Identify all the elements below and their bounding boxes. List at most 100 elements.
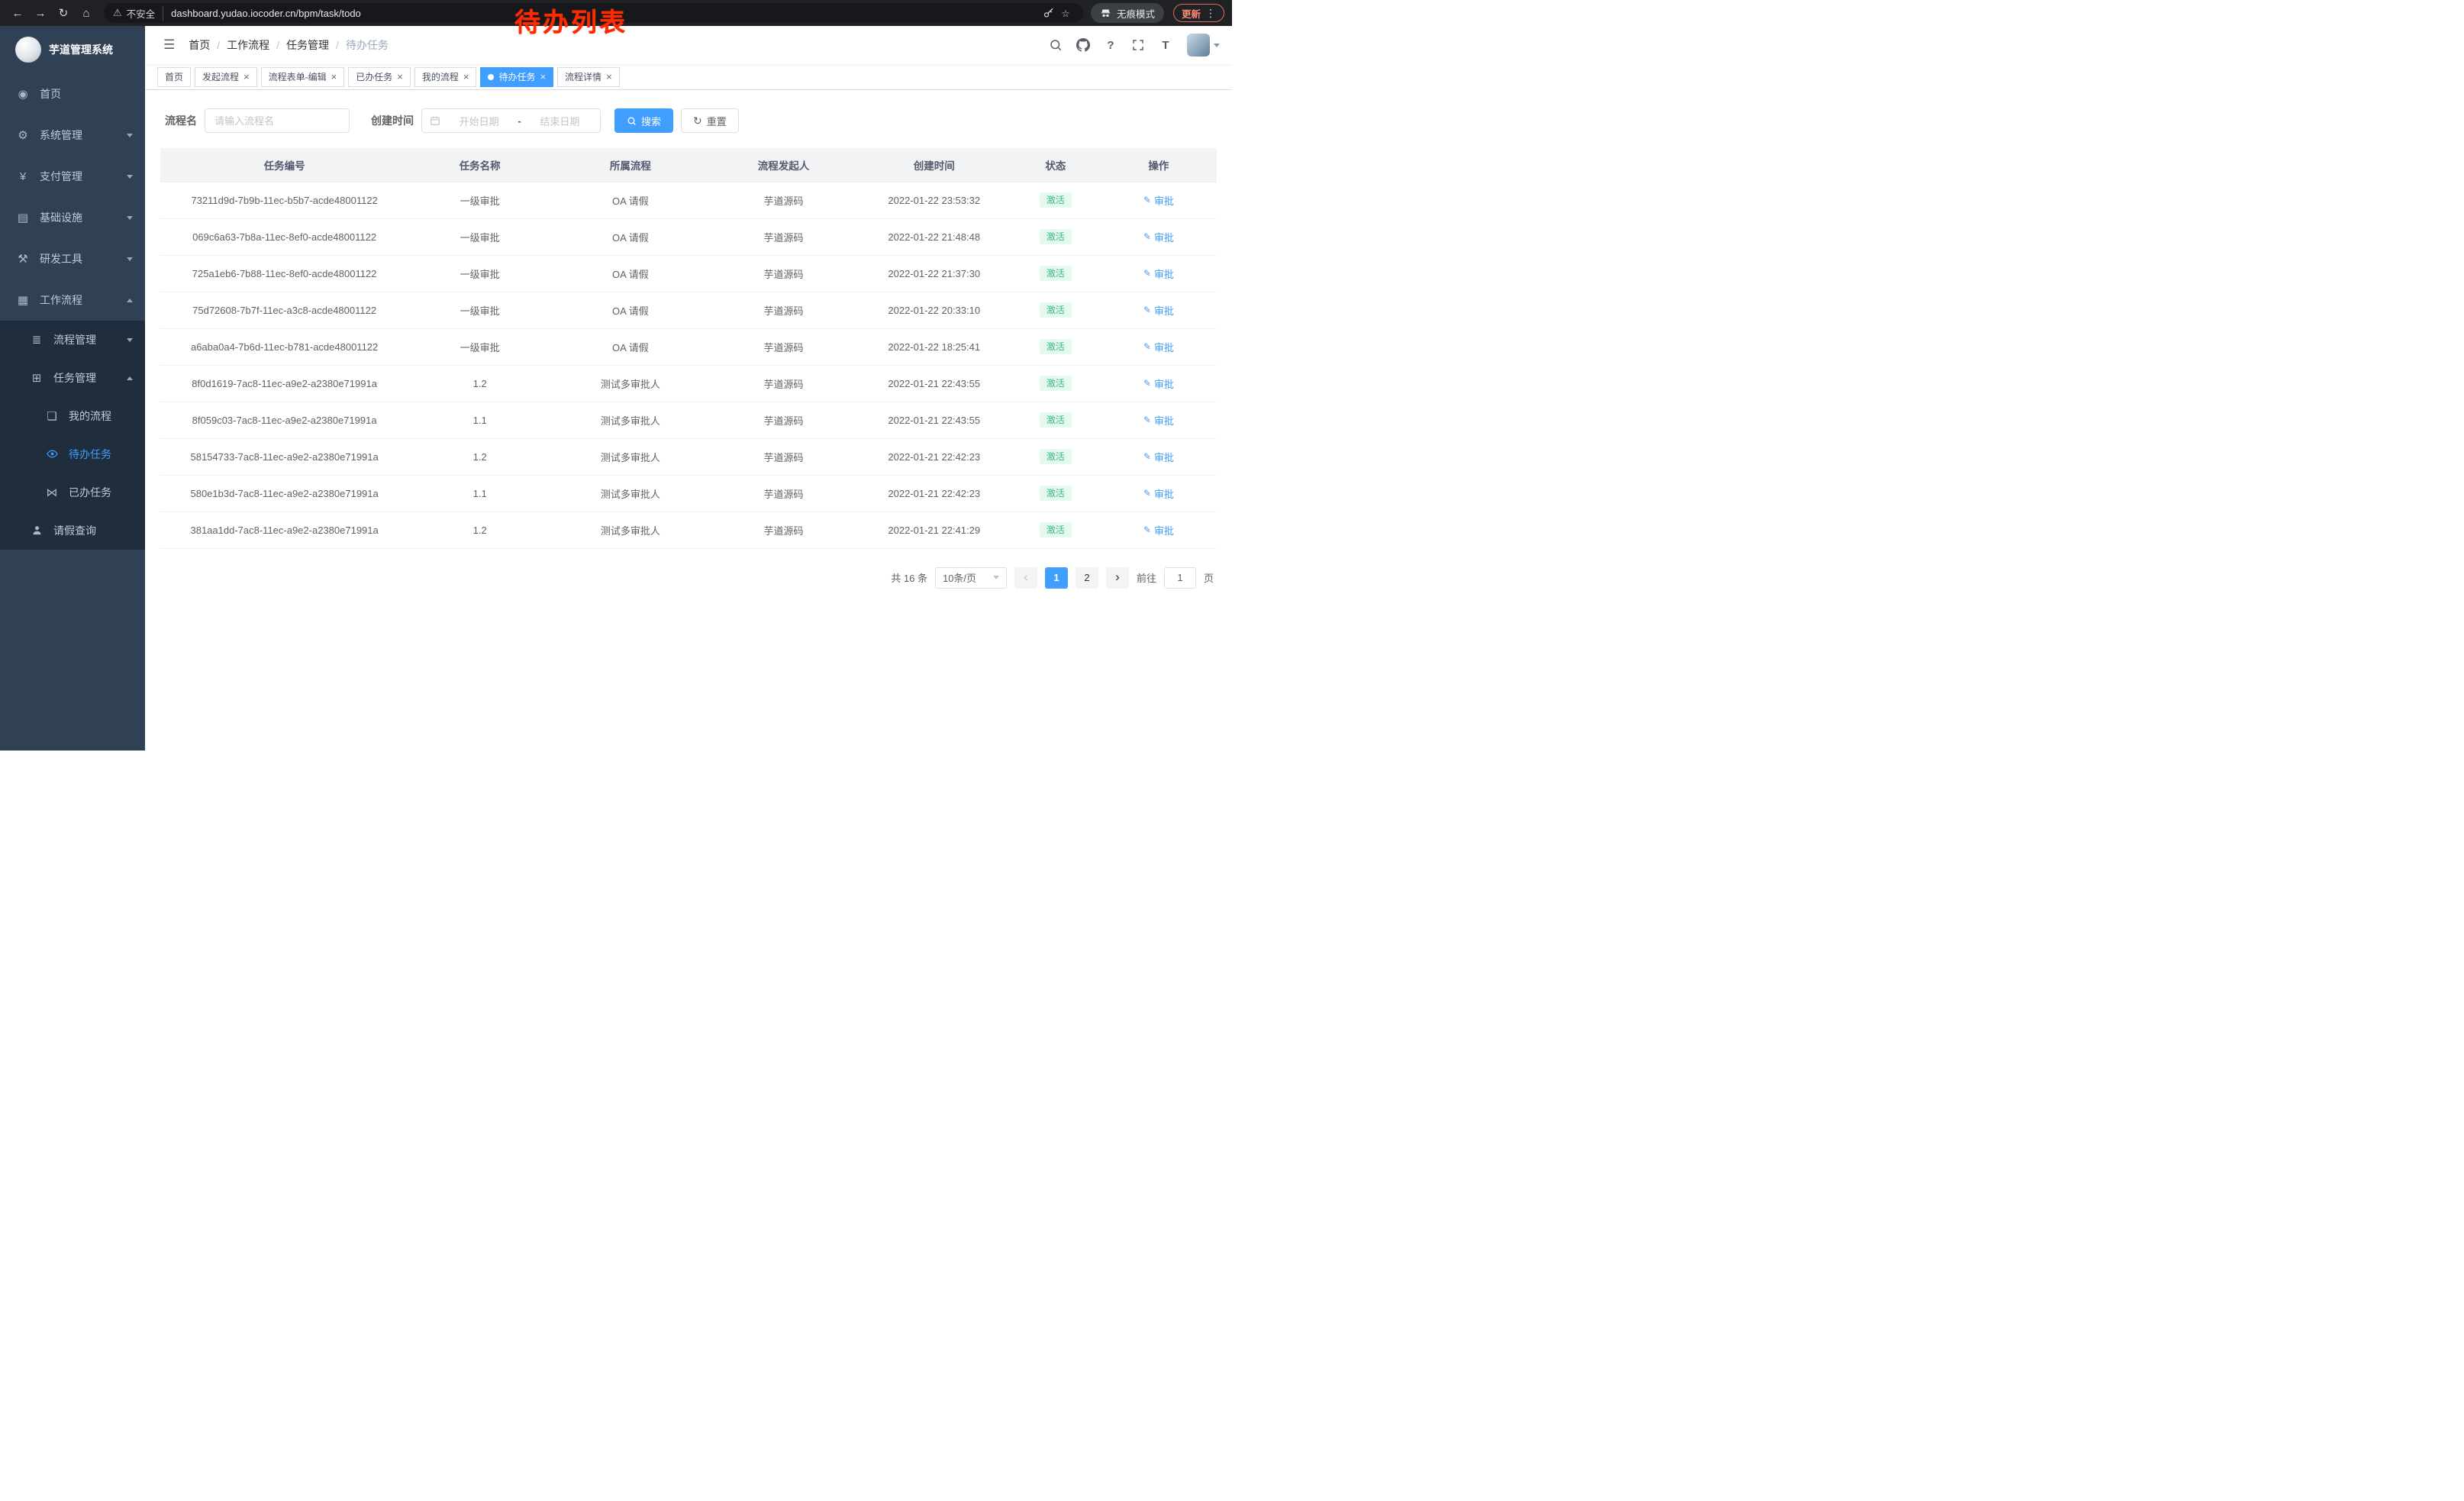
tab-done-task[interactable]: 已办任务 × <box>348 67 411 87</box>
password-key-icon[interactable] <box>1040 5 1057 21</box>
create-time-label: 创建时间 <box>371 113 414 128</box>
cell-status: 激活 <box>1011 475 1101 512</box>
edit-icon: ✎ <box>1143 231 1151 242</box>
approve-link[interactable]: ✎审批 <box>1143 193 1174 208</box>
cell-status: 激活 <box>1011 328 1101 365</box>
help-icon[interactable]: ? <box>1101 35 1120 55</box>
sidebar-logo[interactable]: 芋道管理系统 <box>0 26 145 73</box>
approve-link[interactable]: ✎审批 <box>1143 450 1174 464</box>
search-button[interactable]: 搜索 <box>614 108 673 133</box>
breadcrumb-task-mgmt[interactable]: 任务管理 <box>286 37 329 53</box>
process-name-input[interactable] <box>205 108 350 133</box>
sidebar-item-payment[interactable]: ¥ 支付管理 <box>0 156 145 197</box>
page-button-1[interactable]: 1 <box>1045 567 1068 589</box>
github-icon[interactable] <box>1074 35 1092 55</box>
approve-link[interactable]: ✎审批 <box>1143 523 1174 537</box>
update-button[interactable]: 更新 ⋮ <box>1173 4 1224 22</box>
forward-button[interactable]: → <box>31 3 50 23</box>
close-icon[interactable]: × <box>397 72 403 82</box>
tab-home[interactable]: 首页 <box>157 67 191 87</box>
close-icon[interactable]: × <box>606 72 612 82</box>
next-page-button[interactable]: › <box>1106 567 1129 589</box>
close-icon[interactable]: × <box>463 72 469 82</box>
approve-link[interactable]: ✎审批 <box>1143 413 1174 428</box>
incognito-icon <box>1100 8 1111 19</box>
tab-my-process[interactable]: 我的流程 × <box>414 67 477 87</box>
goto-page-input[interactable] <box>1164 567 1196 589</box>
next-icon: › <box>1115 570 1120 583</box>
pagination: 共 16 条 10条/页 ‹ 1 2 › <box>160 567 1214 589</box>
sidebar-item-infra[interactable]: ▤ 基础设施 <box>0 197 145 238</box>
approve-link[interactable]: ✎审批 <box>1143 340 1174 354</box>
user-menu[interactable] <box>1187 34 1220 56</box>
sidebar-toggle-icon[interactable]: ☰ <box>157 37 181 53</box>
tab-form-edit[interactable]: 流程表单-编辑 × <box>261 67 345 87</box>
col-action: 操作 <box>1101 148 1217 182</box>
breadcrumb-home[interactable]: 首页 <box>189 37 210 53</box>
cell-action: ✎审批 <box>1101 218 1217 255</box>
chevron-down-icon <box>993 576 999 579</box>
tab-process-detail[interactable]: 流程详情 × <box>557 67 620 87</box>
col-status: 状态 <box>1011 148 1101 182</box>
sidebar-item-leave-query[interactable]: 请假查询 <box>0 512 145 550</box>
approve-label: 审批 <box>1154 413 1174 428</box>
date-range-picker[interactable]: 开始日期 - 结束日期 <box>421 108 601 133</box>
sidebar-item-task-mgmt[interactable]: ⊞ 任务管理 <box>0 359 145 397</box>
back-button[interactable]: ← <box>8 3 27 23</box>
menu-label: 流程管理 <box>53 332 121 347</box>
approve-label: 审批 <box>1154 376 1174 391</box>
table-row: 73211d9d-7b9b-11ec-b5b7-acde48001122一级审批… <box>160 182 1217 218</box>
cell-task-id: a6aba0a4-7b6d-11ec-b781-acde48001122 <box>160 328 408 365</box>
table-row: 58154733-7ac8-11ec-a9e2-a2380e71991a1.2测… <box>160 438 1217 475</box>
close-icon[interactable]: × <box>243 72 250 82</box>
sidebar-item-system[interactable]: ⚙ 系统管理 <box>0 115 145 156</box>
cell-task-name: 1.2 <box>408 512 551 548</box>
edit-icon: ✎ <box>1143 268 1151 279</box>
sidebar-item-workflow[interactable]: ▦ 工作流程 <box>0 279 145 321</box>
sidebar-item-my-process[interactable]: ❏ 我的流程 <box>0 397 145 435</box>
status-badge: 激活 <box>1040 229 1072 244</box>
home-button[interactable]: ⌂ <box>76 3 96 23</box>
status-badge: 激活 <box>1040 339 1072 354</box>
search-icon[interactable] <box>1047 35 1065 55</box>
approve-label: 审批 <box>1154 486 1174 501</box>
edit-icon: ✎ <box>1143 451 1151 462</box>
sidebar-item-done-task[interactable]: ⋈ 已办任务 <box>0 473 145 512</box>
tab-start-process[interactable]: 发起流程 × <box>195 67 257 87</box>
cell-initiator: 芋道源码 <box>710 365 858 402</box>
reload-button[interactable]: ↻ <box>53 3 73 23</box>
cell-task-id: 725a1eb6-7b88-11ec-8ef0-acde48001122 <box>160 255 408 292</box>
approve-link[interactable]: ✎审批 <box>1143 376 1174 391</box>
tab-todo-task[interactable]: 待办任务 × <box>480 67 553 87</box>
cell-task-name: 1.2 <box>408 365 551 402</box>
close-icon[interactable]: × <box>540 72 546 82</box>
page-button-2[interactable]: 2 <box>1076 567 1098 589</box>
table-row: 381aa1dd-7ac8-11ec-a9e2-a2380e71991a1.2测… <box>160 512 1217 548</box>
approve-link[interactable]: ✎审批 <box>1143 486 1174 501</box>
prev-page-button[interactable]: ‹ <box>1014 567 1037 589</box>
font-size-icon[interactable]: T <box>1156 35 1175 55</box>
security-label[interactable]: 不安全 <box>127 6 164 21</box>
browser-menu-icon[interactable]: ⋮ <box>1205 7 1216 20</box>
sidebar-item-process-mgmt[interactable]: ≣ 流程管理 <box>0 321 145 359</box>
cell-status: 激活 <box>1011 365 1101 402</box>
approve-link[interactable]: ✎审批 <box>1143 266 1174 281</box>
approve-link[interactable]: ✎审批 <box>1143 303 1174 318</box>
breadcrumb-workflow[interactable]: 工作流程 <box>227 37 269 53</box>
approve-link[interactable]: ✎审批 <box>1143 230 1174 244</box>
workflow-submenu: ≣ 流程管理 ⊞ 任务管理 ❏ 我的流程 <box>0 321 145 550</box>
start-date-placeholder: 开始日期 <box>447 114 511 128</box>
avatar[interactable] <box>1187 34 1210 56</box>
cell-action: ✎审批 <box>1101 512 1217 548</box>
status-badge: 激活 <box>1040 486 1072 501</box>
cell-action: ✎审批 <box>1101 182 1217 218</box>
close-icon[interactable]: × <box>331 72 337 82</box>
breadcrumb-separator: / <box>217 39 220 51</box>
reset-button[interactable]: ↻ 重置 <box>681 108 739 133</box>
fullscreen-icon[interactable] <box>1129 35 1147 55</box>
sidebar-item-todo-task[interactable]: 待办任务 <box>0 435 145 473</box>
page-size-select[interactable]: 10条/页 <box>935 567 1007 589</box>
sidebar-item-home[interactable]: ◉ 首页 <box>0 73 145 115</box>
bookmark-star-icon[interactable]: ☆ <box>1057 5 1074 21</box>
sidebar-item-dev-tools[interactable]: ⚒ 研发工具 <box>0 238 145 279</box>
